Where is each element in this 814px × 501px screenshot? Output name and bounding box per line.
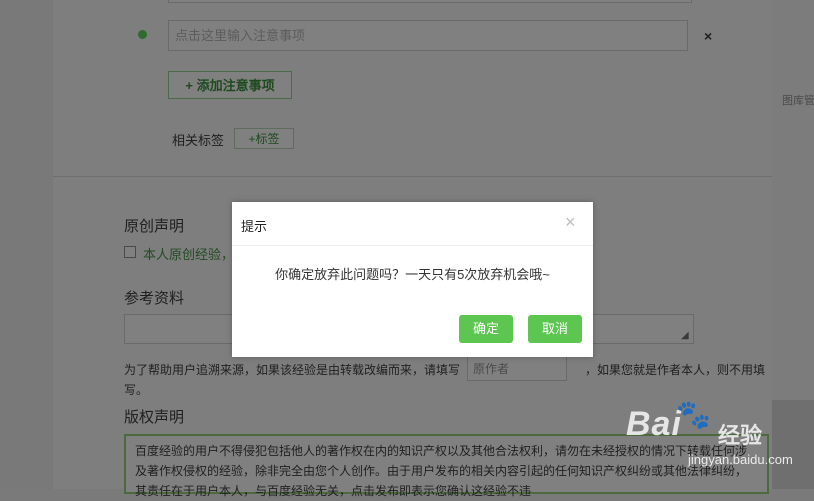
- original-title: 原创声明: [124, 218, 185, 235]
- reference-help-text-2: 写。: [124, 383, 149, 397]
- resize-grip-icon[interactable]: ◢: [681, 330, 689, 341]
- cancel-button[interactable]: 取消: [528, 315, 582, 343]
- baidu-url: jingyan.baidu.com: [688, 452, 793, 467]
- sidebar-label-gallery[interactable]: 图库管: [782, 92, 814, 108]
- tags-label: 相关标签: [172, 133, 225, 148]
- right-sidebar-lower: [772, 400, 814, 489]
- original-checkbox[interactable]: [124, 246, 136, 258]
- add-tag-button[interactable]: +标签: [234, 128, 294, 149]
- copyright-text: 百度经验的用户不得侵犯包括他人的著作权在内的知识产权以及其他合法权利，请勿在未经…: [135, 444, 748, 498]
- confirm-button[interactable]: 确定: [459, 315, 513, 343]
- dialog-message: 你确定放弃此问题吗？一天只有5次放弃机会哦~: [275, 267, 550, 282]
- note-input[interactable]: [168, 20, 688, 51]
- baidu-jingyan-text: 经验: [718, 423, 763, 448]
- dialog-header: 提示 ×: [232, 202, 593, 246]
- reference-help-tail: ，如果您就是作者本人，则不用填: [585, 363, 766, 377]
- reference-help-text: 为了帮助用户追溯来源，如果该经验是由转载改编而来，请填写: [124, 363, 461, 377]
- close-icon[interactable]: ×: [565, 213, 576, 231]
- baidu-paw-icon: 🐾: [676, 399, 711, 430]
- remove-note-icon[interactable]: ×: [704, 28, 712, 44]
- confirm-dialog: 提示 × 你确定放弃此问题吗？一天只有5次放弃机会哦~ 确定 取消: [232, 202, 593, 357]
- baidu-logo-text: Bai: [626, 405, 682, 443]
- bullet-dot-icon: [138, 30, 147, 39]
- reference-title: 参考资料: [124, 290, 185, 307]
- author-input[interactable]: 原作者: [467, 355, 567, 381]
- add-note-button[interactable]: + 添加注意事项: [168, 71, 292, 99]
- copyright-title: 版权声明: [124, 409, 185, 426]
- left-margin: [0, 0, 53, 489]
- dialog-title: 提示: [241, 219, 268, 234]
- previous-note-input[interactable]: [168, 0, 692, 3]
- original-checkbox-label[interactable]: 本人原创经验，: [143, 244, 234, 263]
